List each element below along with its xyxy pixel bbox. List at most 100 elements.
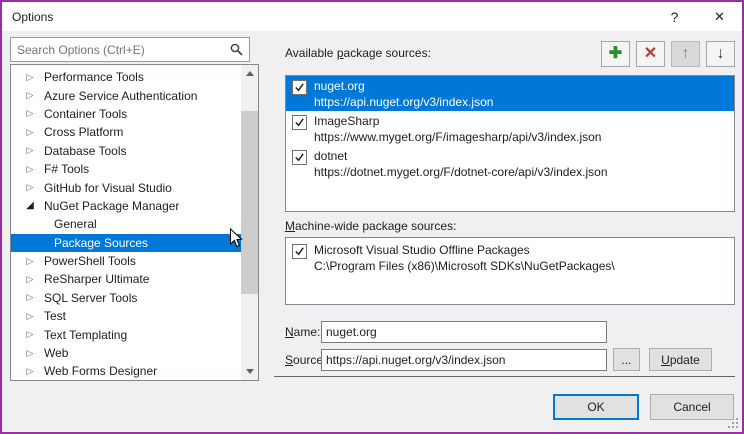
title-bar: Options ? ✕	[2, 2, 742, 31]
tree-collapsed-icon[interactable]: ▷	[23, 145, 37, 156]
available-sources-label: Available package sources:	[285, 46, 431, 60]
source-name: dotnet	[314, 148, 608, 164]
checkbox-checked[interactable]	[292, 80, 307, 95]
tree-item-f-tools[interactable]: ▷ F# Tools	[11, 160, 241, 178]
available-sources-list[interactable]: nuget.orghttps://api.nuget.org/v3/index.…	[285, 75, 735, 212]
tree-item-test[interactable]: ▷Test	[11, 307, 241, 325]
scroll-down-icon[interactable]	[241, 363, 258, 380]
cancel-button[interactable]: Cancel	[650, 394, 734, 420]
tree-item-label: Web Forms Designer	[44, 364, 157, 378]
scrollbar-thumb[interactable]	[241, 111, 258, 294]
tree-item-label: Web	[44, 346, 68, 360]
plus-icon: ✚	[609, 46, 622, 62]
tree-item-cross-platform[interactable]: ▷ Cross Platform	[11, 123, 241, 141]
remove-source-button[interactable]: ✕	[636, 41, 665, 67]
source-url: https://dotnet.myget.org/F/dotnet-core/a…	[314, 164, 608, 180]
tree-item-container-tools[interactable]: ▷ Container Tools	[11, 105, 241, 123]
tree-item-text-templating[interactable]: ▷Text Templating	[11, 325, 241, 343]
tree-collapsed-icon[interactable]: ▷	[23, 366, 37, 377]
tree-item-label: General	[54, 217, 97, 231]
tree-item-label: ReSharper Ultimate	[44, 272, 149, 286]
tree-item-label: Azure Service Authentication	[44, 89, 197, 103]
source-row-nuget-org[interactable]: nuget.orghttps://api.nuget.org/v3/index.…	[286, 76, 734, 111]
help-button[interactable]: ?	[652, 2, 697, 31]
tree-scrollbar[interactable]	[241, 65, 258, 380]
source-row-microsoft-visual-studio-offline-packages[interactable]: Microsoft Visual Studio Offline Packages…	[286, 238, 734, 272]
search-icon[interactable]	[230, 43, 243, 56]
tree-item-powershell-tools[interactable]: ▷ PowerShell Tools	[11, 252, 241, 270]
source-url: C:\Program Files (x86)\Microsoft SDKs\Nu…	[314, 258, 615, 274]
tree-item-nuget-package-manager[interactable]: ◢ NuGet Package Manager	[11, 197, 241, 215]
tree-item-github-for-visual-studio[interactable]: ▷ GitHub for Visual Studio	[11, 178, 241, 196]
search-box	[10, 37, 250, 62]
tree-item-resharper-ultimate[interactable]: ▷ ReSharper Ultimate	[11, 270, 241, 288]
checkbox-checked[interactable]	[292, 115, 307, 130]
source-name: nuget.org	[314, 78, 493, 94]
source-text: nuget.orghttps://api.nuget.org/v3/index.…	[314, 78, 493, 111]
source-row-imagesharp[interactable]: ImageSharphttps://www.myget.org/F/images…	[286, 111, 734, 146]
tree-item-general[interactable]: General	[11, 215, 241, 233]
close-button[interactable]: ✕	[697, 2, 742, 31]
checkbox-checked[interactable]	[292, 244, 307, 259]
update-button[interactable]: Update	[649, 348, 712, 371]
tree-collapsed-icon[interactable]: ▷	[23, 348, 37, 359]
source-text: Microsoft Visual Studio Offline Packages…	[314, 242, 615, 272]
tree-collapsed-icon[interactable]: ▷	[23, 90, 37, 101]
tree-collapsed-icon[interactable]: ▷	[23, 292, 37, 303]
tree-item-label: GitHub for Visual Studio	[44, 181, 172, 195]
tree-collapsed-icon[interactable]: ▷	[23, 108, 37, 119]
sources-toolbar: ✚ ✕ ↑ ↓	[601, 41, 735, 67]
settings-tree: ▷ Performance Tools ▷ Azure Service Authent…	[10, 64, 259, 381]
red-x-icon: ✕	[644, 46, 657, 62]
tree-item-label: Database Tools	[44, 144, 127, 158]
tree-collapsed-icon[interactable]: ▷	[23, 311, 37, 322]
footer-divider	[274, 376, 735, 377]
tree-collapsed-icon[interactable]: ▷	[23, 182, 37, 193]
tree-item-label: Performance Tools	[44, 70, 144, 84]
tree-collapsed-icon[interactable]: ▷	[23, 329, 37, 340]
tree-collapsed-icon[interactable]: ▷	[23, 274, 37, 285]
add-source-button[interactable]: ✚	[601, 41, 630, 67]
resize-grip[interactable]	[728, 418, 738, 428]
tree-item-azure-service-authentication[interactable]: ▷ Azure Service Authentication	[11, 86, 241, 104]
tree-item-web[interactable]: ▷ Web	[11, 344, 241, 362]
source-url: https://www.myget.org/F/imagesharp/api/v…	[314, 129, 601, 145]
arrow-up-icon: ↑	[682, 46, 690, 62]
source-url: https://api.nuget.org/v3/index.json	[314, 94, 493, 110]
source-row-dotnet[interactable]: dotnethttps://dotnet.myget.org/F/dotnet-…	[286, 146, 734, 181]
window-title: Options	[2, 10, 53, 24]
options-dialog: Options ? ✕ ▷ Performance Tools ▷ Azure Ser…	[0, 0, 744, 434]
tree-collapsed-icon[interactable]: ▷	[23, 256, 37, 267]
tree-collapsed-icon[interactable]: ▷	[23, 72, 37, 83]
source-field[interactable]	[321, 349, 607, 371]
options-tree: ▷ Performance Tools ▷ Azure Service Authent…	[11, 65, 241, 380]
source-text: dotnethttps://dotnet.myget.org/F/dotnet-…	[314, 148, 608, 181]
arrow-down-icon: ↓	[717, 46, 725, 62]
tree-item-label: PowerShell Tools	[44, 254, 136, 268]
tree-item-performance-tools[interactable]: ▷ Performance Tools	[11, 68, 241, 86]
browse-button[interactable]: ...	[613, 348, 640, 371]
ok-button[interactable]: OK	[553, 394, 639, 420]
tree-item-label: F# Tools	[44, 162, 89, 176]
tree-item-label: Container Tools	[44, 107, 127, 121]
tree-item-web-forms-designer[interactable]: ▷ Web Forms Designer	[11, 362, 241, 380]
scroll-up-icon[interactable]	[241, 65, 258, 82]
tree-expanded-icon[interactable]: ◢	[23, 200, 37, 211]
name-field[interactable]	[321, 321, 607, 343]
source-name: Microsoft Visual Studio Offline Packages	[314, 242, 615, 258]
tree-collapsed-icon[interactable]: ▷	[23, 164, 37, 175]
tree-item-package-sources[interactable]: Package Sources	[11, 234, 241, 252]
tree-item-sql-server-tools[interactable]: ▷SQL Server Tools	[11, 289, 241, 307]
move-down-button[interactable]: ↓	[706, 41, 735, 67]
tree-item-database-tools[interactable]: ▷ Database Tools	[11, 142, 241, 160]
tree-collapsed-icon[interactable]: ▷	[23, 127, 37, 138]
checkbox-checked[interactable]	[292, 150, 307, 165]
source-text: ImageSharphttps://www.myget.org/F/images…	[314, 113, 601, 146]
tree-item-label: NuGet Package Manager	[44, 199, 179, 213]
search-input[interactable]	[11, 39, 230, 60]
machine-sources-list[interactable]: Microsoft Visual Studio Offline Packages…	[285, 237, 735, 305]
source-name: ImageSharp	[314, 113, 601, 129]
name-label: Name:	[285, 325, 320, 339]
tree-item-label: Cross Platform	[44, 125, 123, 139]
tree-item-label: Package Sources	[54, 236, 148, 250]
